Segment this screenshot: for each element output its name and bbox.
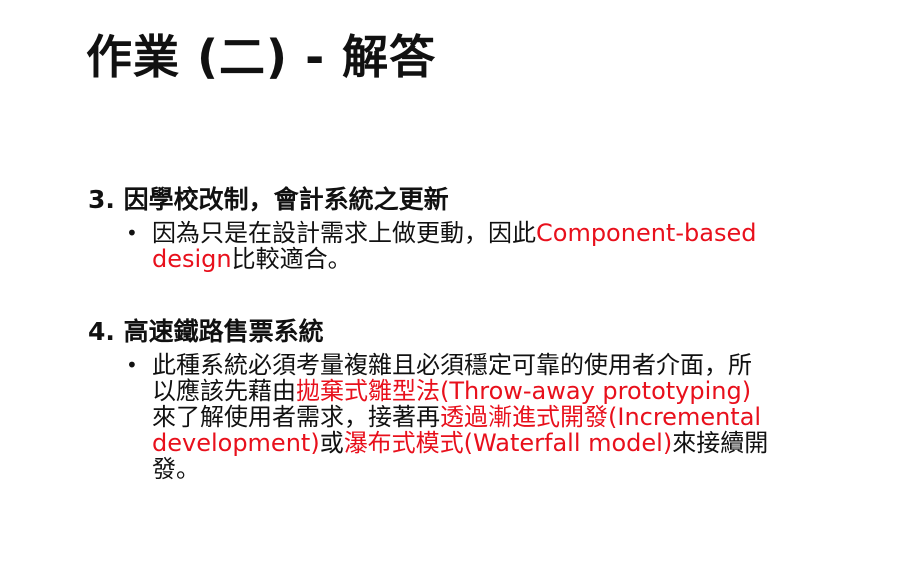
highlight-text: design	[152, 245, 232, 273]
bullet-text: 因為只是在設計需求上做更動，因此	[152, 219, 536, 247]
highlight-text: development)	[152, 429, 320, 457]
section-heading: 4. 高速鐵路售票系統	[88, 317, 324, 346]
highlight-text: 拋棄式雛型法(Throw-away prototyping)	[296, 377, 752, 405]
bullet-text: 來了解使用者需求，接著再	[152, 403, 440, 431]
bullet-line: 此種系統必須考量複雜且必須穩定可靠的使用者介面，所	[152, 352, 864, 378]
bullet-line: development)或瀑布式模式(Waterfall model)來接續開	[152, 430, 864, 456]
bullet-text: 或	[319, 429, 344, 457]
bullet-line: design比較適合。	[152, 246, 864, 272]
bullet-text: 此種系統必須考量複雜且必須穩定可靠的使用者介面，所	[152, 351, 752, 379]
slide: 作業 (二) - 解答 3. 因學校改制，會計系統之更新 • 因為只是在設計需求…	[0, 0, 910, 575]
highlight-text: 瀑布式模式(Waterfall model)	[343, 429, 673, 457]
section-accounting-system: 3. 因學校改制，會計系統之更新 • 因為只是在設計需求上做更動，因此Compo…	[88, 184, 864, 272]
bullet-line: 發。	[152, 456, 864, 482]
highlight-text: 透過漸進式開發(Incremental	[440, 403, 762, 431]
bullet-line: 因為只是在設計需求上做更動，因此Component-based	[152, 220, 864, 246]
section-high-speed-rail: 4. 高速鐵路售票系統 • 此種系統必須考量複雜且必須穩定可靠的使用者介面，所 …	[88, 316, 864, 482]
bullet-dot-icon: •	[126, 353, 138, 377]
highlight-text: Component-based	[536, 219, 757, 247]
bullet-text: 以應該先藉由	[152, 377, 296, 405]
slide-title: 作業 (二) - 解答	[86, 30, 437, 84]
bullet-item: • 因為只是在設計需求上做更動，因此Component-based design…	[88, 220, 864, 272]
bullet-line: 以應該先藉由拋棄式雛型法(Throw-away prototyping)	[152, 378, 864, 404]
bullet-line: 來了解使用者需求，接著再透過漸進式開發(Incremental	[152, 404, 864, 430]
bullet-text: 比較適合。	[231, 245, 352, 273]
bullet-text: 發。	[152, 455, 200, 483]
bullet-text: 來接續開	[672, 429, 769, 457]
section-heading: 3. 因學校改制，會計系統之更新	[88, 185, 449, 214]
bullet-dot-icon: •	[126, 221, 138, 245]
bullet-item: • 此種系統必須考量複雜且必須穩定可靠的使用者介面，所 以應該先藉由拋棄式雛型法…	[88, 352, 864, 482]
